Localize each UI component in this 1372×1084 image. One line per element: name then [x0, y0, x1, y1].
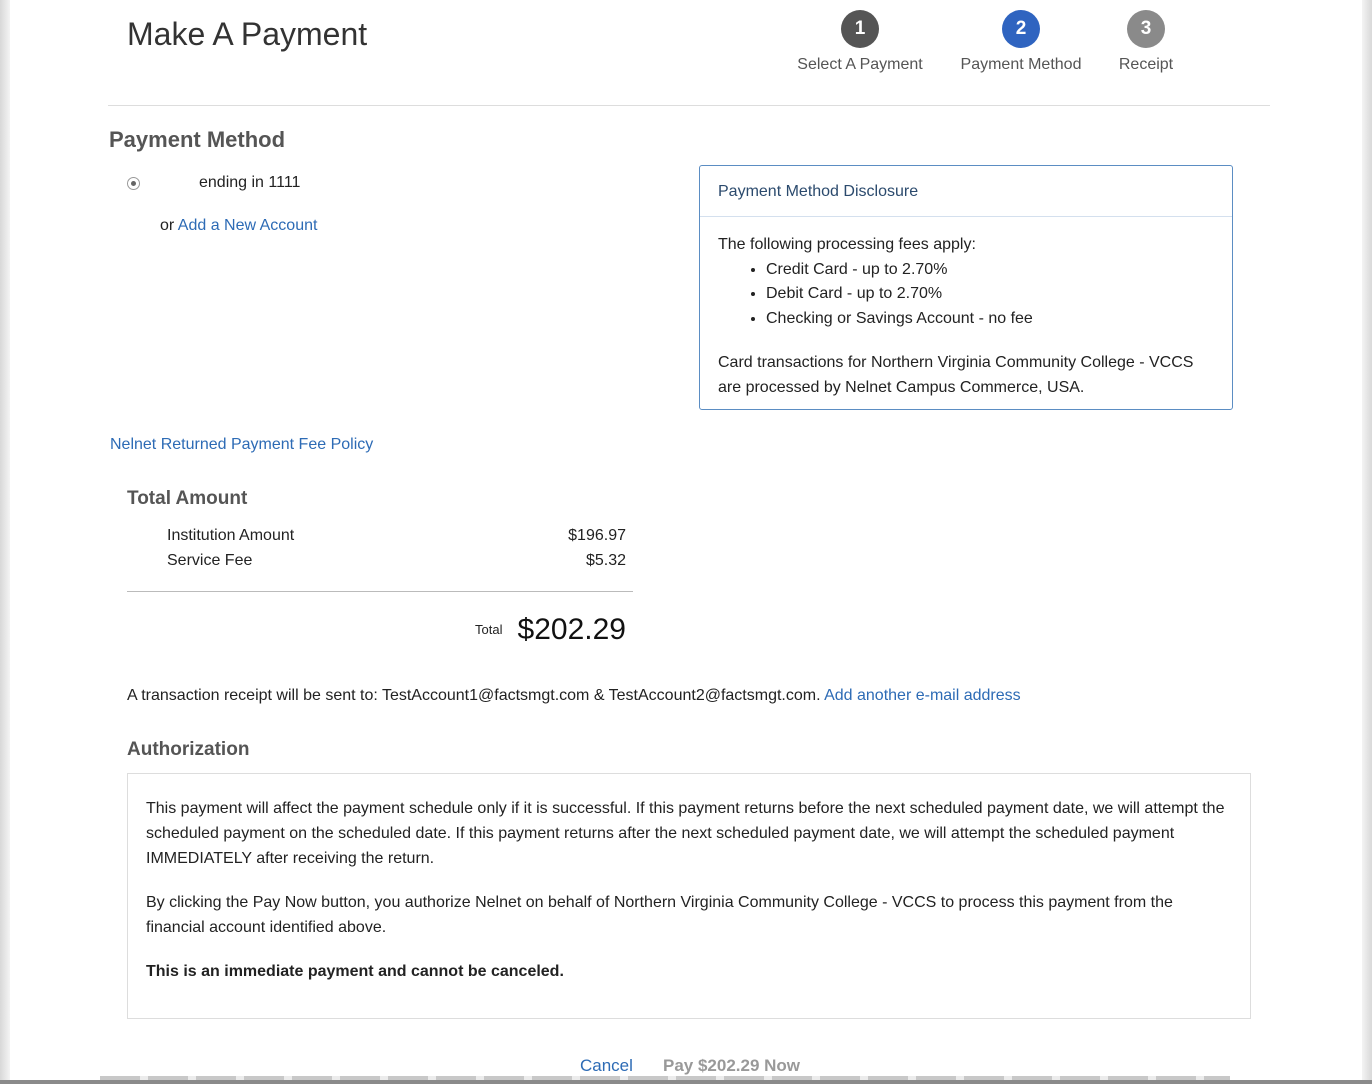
total-label: Total [475, 622, 503, 637]
returned-payment-fee-policy-link[interactable]: Nelnet Returned Payment Fee Policy [110, 436, 373, 454]
account-radio[interactable] [127, 177, 140, 190]
receipt-row: A transaction receipt will be sent to: T… [127, 687, 1021, 705]
institution-amount-label: Institution Amount [167, 527, 295, 544]
authorization-warning: This is an immediate payment and cannot … [146, 963, 564, 980]
payment-method-disclosure: Payment Method Disclosure The following … [699, 165, 1233, 410]
authorization-heading: Authorization [127, 739, 250, 760]
authorization-paragraph-1: This payment will affect the payment sch… [146, 800, 1225, 867]
service-fee-value: $5.32 [585, 552, 626, 569]
authorization-box: This payment will affect the payment sch… [127, 773, 1251, 1019]
add-new-account-link[interactable]: Add a New Account [178, 217, 318, 234]
fee-item-bank-account: Checking or Savings Account - no fee [766, 307, 1214, 332]
disclosure-intro: The following processing fees apply: [718, 236, 976, 253]
step-2-badge: 2 [1002, 10, 1040, 48]
institution-amount-value: $196.97 [568, 527, 626, 544]
pay-now-button[interactable]: Pay $202.29 Now [663, 1056, 800, 1076]
total-value: $202.29 [517, 613, 626, 646]
disclosure-body: The following processing fees apply: Cre… [700, 217, 1232, 400]
add-email-link[interactable]: Add another e-mail address [824, 687, 1021, 704]
payment-method-heading: Payment Method [109, 127, 286, 152]
add-account-row: or Add a New Account [160, 217, 317, 235]
step-3-badge: 3 [1127, 10, 1165, 48]
window-frame-right [1362, 0, 1372, 1084]
header-divider [108, 105, 1270, 106]
or-text: or [160, 217, 175, 234]
cancel-button[interactable]: Cancel [580, 1056, 633, 1076]
step-1-badge: 1 [841, 10, 879, 48]
disclosure-title: Payment Method Disclosure [700, 166, 1232, 217]
step-3-label: Receipt [1118, 56, 1174, 73]
account-label[interactable]: ending in 1111 [199, 174, 300, 192]
fee-item-credit-card: Credit Card - up to 2.70% [766, 258, 1214, 283]
step-receipt: 3 Receipt [1071, 10, 1221, 74]
fee-item-debit-card: Debit Card - up to 2.70% [766, 282, 1214, 307]
fee-list: Credit Card - up to 2.70% Debit Card - u… [718, 258, 1214, 332]
receipt-text: A transaction receipt will be sent to: T… [127, 687, 821, 704]
totals-divider [127, 591, 633, 592]
step-1-label: Select A Payment [797, 56, 923, 73]
total-amount-heading: Total Amount [127, 488, 248, 509]
window-frame-bottom [0, 1080, 1372, 1084]
disclosure-note: Card transactions for Northern Virginia … [718, 354, 1194, 396]
service-fee-label: Service Fee [167, 552, 253, 569]
authorization-paragraph-2: By clicking the Pay Now button, you auth… [146, 894, 1173, 936]
step-select-a-payment: 1 Select A Payment [785, 10, 935, 74]
window-frame-left [0, 0, 10, 1084]
page-title: Make A Payment [127, 16, 368, 52]
